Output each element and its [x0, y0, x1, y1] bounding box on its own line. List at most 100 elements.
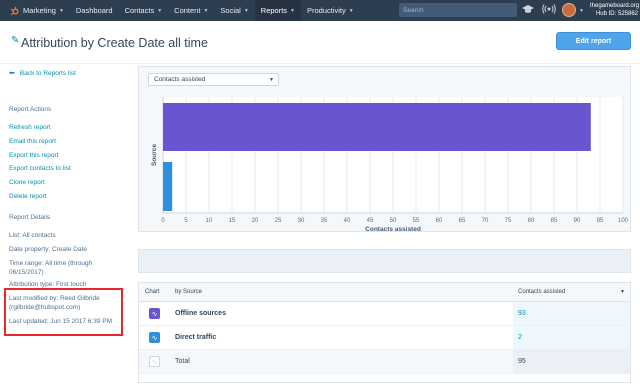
x-tick-label: 95	[597, 218, 604, 224]
edit-report-button[interactable]: Edit report	[556, 32, 631, 50]
x-tick-label: 25	[275, 218, 282, 224]
highlight-annotation-box	[4, 288, 123, 336]
action-link-refresh-report[interactable]: Refresh report	[9, 124, 51, 131]
page-title: Attribution by Create Date all time	[21, 36, 208, 50]
main-content: 0 5 10 15 20 25 30 35 40 45 50 55 60 65 70 75 80 85 90 95 10…	[138, 66, 632, 384]
x-tick-label: 55	[413, 218, 420, 224]
column-header-metric[interactable]: Contacts assisted	[518, 289, 565, 295]
metric-select[interactable]: Contacts assisted ▼	[148, 73, 279, 86]
x-tick-label: 40	[344, 218, 351, 224]
row-value[interactable]: 93	[518, 310, 526, 317]
action-link-delete-report[interactable]: Delete report	[9, 193, 47, 200]
results-table: Chart by Source Contacts assisted ▼ ∿ Off…	[138, 282, 631, 383]
chevron-down-icon: ▼	[58, 7, 64, 14]
report-details-title: Report Details	[9, 214, 51, 221]
x-tick-label: 5	[184, 218, 188, 224]
x-tick-label: 60	[436, 218, 443, 224]
bar-direct-traffic	[163, 162, 173, 211]
avatar[interactable]	[562, 3, 576, 17]
column-header-chart[interactable]: Chart	[145, 289, 160, 295]
x-tick-label: 85	[551, 218, 558, 224]
x-tick-label: 35	[321, 218, 328, 224]
total-label: Total	[175, 358, 190, 365]
hub-id: Hub ID: 525862	[595, 10, 638, 17]
nav-item-dashboard[interactable]: Dashboard	[70, 0, 119, 21]
report-detail: Time range: All time (through 06/15/2017…	[9, 260, 93, 276]
x-tick-label: 70	[482, 218, 489, 224]
graduation-cap-icon[interactable]	[522, 4, 534, 17]
nav-item-contacts[interactable]: Contacts ▼	[119, 0, 169, 21]
x-axis-title: Contacts assisted	[365, 226, 421, 233]
x-tick-label: 0	[161, 218, 165, 224]
row-source-label: Direct traffic	[175, 334, 217, 341]
nav-item-social[interactable]: Social ▼	[214, 0, 254, 21]
nav-item-label: Dashboard	[75, 6, 113, 15]
account-info[interactable]: thegameboard.org Hub ID: 525862	[590, 3, 640, 18]
chevron-down-icon: ▼	[269, 77, 274, 83]
bar-offline-sources	[163, 103, 591, 151]
top-navigation-bar: Marketing ▼ Dashboard Contacts ▼ Content ▼ Soci…	[0, 0, 640, 21]
table-row[interactable]: ∿ Direct traffic 2	[139, 326, 630, 350]
table-row[interactable]: ∿ Offline sources 93	[139, 302, 630, 326]
nav-item-productivity[interactable]: Productivity ▼	[301, 0, 360, 21]
x-tick-label: 65	[459, 218, 466, 224]
nav-item-reports[interactable]: Reports ▼	[254, 0, 301, 21]
action-link-export-contacts-to-list[interactable]: Export contacts to list	[9, 165, 71, 172]
nav-item-label: Reports	[260, 6, 288, 15]
chevron-down-icon: ▼	[203, 7, 209, 14]
nav-item-label: Content	[174, 6, 201, 15]
chevron-down-icon[interactable]: ▼	[579, 8, 584, 14]
row-value-cell: 93	[513, 302, 630, 325]
notifications-broadcast-icon[interactable]	[542, 4, 556, 17]
nav-item-content[interactable]: Content ▼	[168, 0, 214, 21]
account-name: thegameboard.org	[590, 3, 640, 9]
x-tick-label: 80	[528, 218, 535, 224]
chart-panel: 0 5 10 15 20 25 30 35 40 45 50 55 60 65 70 75 80 85 90 95 10…	[138, 66, 631, 233]
chart-toggle-icon[interactable]: ∿	[149, 308, 160, 319]
chevron-down-icon: ▼	[243, 7, 249, 14]
search-input[interactable]	[399, 3, 517, 17]
pencil-icon[interactable]: ✎	[11, 35, 19, 46]
hubspot-logo-icon	[10, 6, 19, 15]
row-value-cell: 2	[513, 326, 630, 349]
row-value[interactable]: 2	[518, 334, 522, 341]
x-tick-label: 75	[505, 218, 512, 224]
action-link-export-this-report[interactable]: Export this report	[9, 152, 59, 159]
report-detail: Date property: Create Date	[9, 246, 88, 253]
metric-select-value: Contacts assisted	[154, 76, 206, 83]
chart-footer-bar	[138, 249, 631, 273]
sidebar: ⬅ Back to Reports list Report Actions Re…	[0, 64, 135, 384]
nav-item-label: Marketing	[23, 6, 56, 15]
action-link-clone-report[interactable]: Clone report	[9, 179, 45, 186]
chevron-down-icon: ▼	[157, 7, 163, 14]
sort-caret-icon[interactable]: ▼	[620, 289, 625, 295]
y-axis-title: Source	[151, 144, 158, 166]
x-tick-label: 90	[574, 218, 581, 224]
chevron-down-icon: ▼	[290, 7, 295, 14]
x-tick-label: 30	[298, 218, 305, 224]
x-tick-label: 20	[252, 218, 259, 224]
nav-item-label: Social	[220, 6, 241, 15]
x-tick-label: 50	[390, 218, 397, 224]
page-header: ✎ Attribution by Create Date all time Ed…	[0, 21, 640, 64]
chart-toggle-icon[interactable]: ∿	[149, 332, 160, 343]
report-detail: List: All contacts	[9, 232, 56, 239]
action-link-email-this-report[interactable]: Email this report	[9, 138, 56, 145]
arrow-left-icon: ⬅	[9, 70, 15, 77]
bar-chart: 0 5 10 15 20 25 30 35 40 45 50 55 60 65 70 75 80 85 90 95 10…	[151, 97, 629, 233]
column-header-source[interactable]: by Source	[175, 289, 202, 295]
nav-item-label: Productivity	[307, 6, 346, 15]
chart-toggle-icon: ∿	[149, 356, 160, 367]
nav-item-label: Contacts	[124, 6, 155, 15]
back-to-reports-link[interactable]: ⬅ Back to Reports list	[9, 69, 76, 78]
x-tick-label: 100	[618, 218, 629, 224]
x-tick-label: 15	[229, 218, 236, 224]
back-link-label: Back to Reports list	[19, 69, 76, 77]
x-tick-label: 45	[367, 218, 374, 224]
total-value: 95	[518, 358, 526, 365]
report-actions-title: Report Actions	[9, 106, 52, 113]
table-header: Chart by Source Contacts assisted ▼	[139, 283, 630, 302]
table-total-row: ∿ Total 95	[139, 350, 630, 374]
total-value-cell: 95	[513, 350, 630, 373]
nav-item-marketing[interactable]: Marketing ▼	[4, 0, 70, 21]
